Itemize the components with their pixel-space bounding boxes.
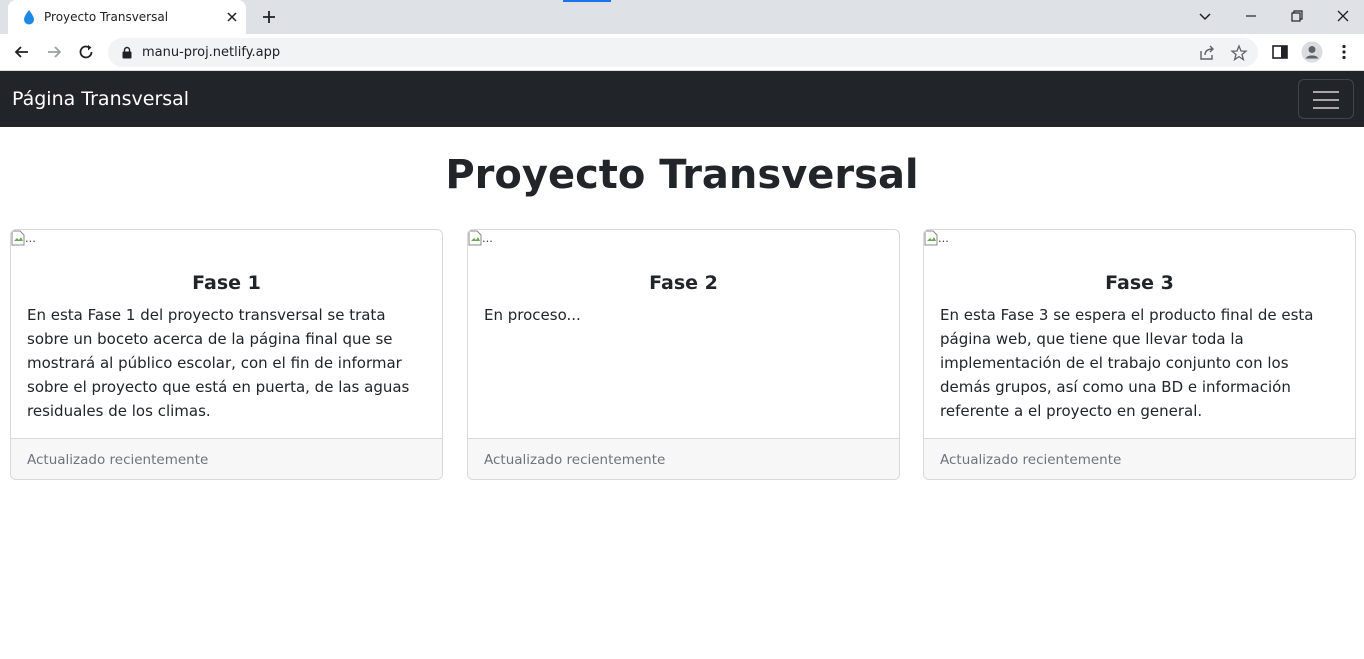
card-text: En proceso... [484, 306, 581, 324]
navbar-brand[interactable]: Página Transversal [12, 88, 189, 110]
tab-title: Proyecto Transversal [44, 10, 169, 24]
card-image: ... [924, 230, 949, 246]
tab-strip: Proyecto Transversal [0, 0, 1364, 34]
close-icon[interactable] [224, 9, 240, 25]
card-footer: Actualizado recientemente [468, 438, 899, 479]
card-fase-1: ... Fase 1 En esta Fase 1 del proyecto t… [10, 229, 443, 480]
card-footer-text: Actualizado recientemente [940, 452, 1122, 468]
profile-icon[interactable] [1301, 41, 1323, 63]
card-text: En esta Fase 1 del proyecto transversal … [27, 306, 410, 420]
back-arrow-icon[interactable] [12, 42, 32, 62]
card-image-alt: ... [482, 230, 493, 245]
card-fase-3: ... Fase 3 En esta Fase 3 se espera el p… [923, 229, 1356, 480]
card-title: Fase 3 [1105, 272, 1174, 294]
address-bar[interactable]: manu-proj.netlify.app [108, 38, 1258, 67]
card-title: Fase 1 [192, 272, 261, 294]
broken-image-icon [468, 230, 482, 246]
url-text[interactable]: manu-proj.netlify.app [142, 45, 280, 60]
tab-drag-indicator [563, 0, 611, 2]
card-image-alt: ... [938, 230, 949, 245]
minimize-icon[interactable] [1241, 6, 1261, 26]
restore-icon[interactable] [1287, 6, 1307, 26]
card-text: En esta Fase 3 se espera el producto fin… [940, 306, 1314, 420]
card-footer: Actualizado recientemente [924, 438, 1355, 479]
navbar: Página Transversal [0, 71, 1364, 127]
chevron-down-icon[interactable] [1195, 6, 1215, 26]
card-title: Fase 2 [649, 272, 718, 294]
plus-icon[interactable] [259, 7, 279, 27]
hamburger-icon [1313, 91, 1339, 93]
broken-image-icon [11, 230, 25, 246]
card-footer-text: Actualizado recientemente [27, 452, 209, 468]
card-fase-2: ... Fase 2 En proceso... Actualizado rec… [467, 229, 900, 480]
side-panel-icon[interactable] [1270, 42, 1290, 62]
close-window-icon[interactable] [1333, 6, 1353, 26]
page-title: Proyecto Transversal [445, 152, 919, 198]
card-image: ... [11, 230, 36, 246]
navbar-toggler-button[interactable] [1298, 79, 1354, 119]
hamburger-icon [1313, 107, 1339, 109]
browser-toolbar: manu-proj.netlify.app [0, 34, 1364, 71]
card-footer: Actualizado recientemente [11, 438, 442, 479]
lock-icon[interactable] [121, 46, 133, 59]
card-image-alt: ... [25, 230, 36, 245]
share-icon[interactable] [1198, 44, 1216, 62]
broken-image-icon [924, 230, 938, 246]
browser-tab[interactable]: Proyecto Transversal [8, 0, 246, 34]
water-drop-icon [24, 10, 34, 25]
hamburger-icon [1313, 99, 1339, 101]
kebab-menu-icon[interactable] [1334, 42, 1354, 62]
reload-icon[interactable] [76, 42, 96, 62]
card-footer-text: Actualizado recientemente [484, 452, 666, 468]
card-image: ... [468, 230, 493, 246]
forward-arrow-icon[interactable] [44, 42, 64, 62]
star-icon[interactable] [1230, 44, 1248, 62]
